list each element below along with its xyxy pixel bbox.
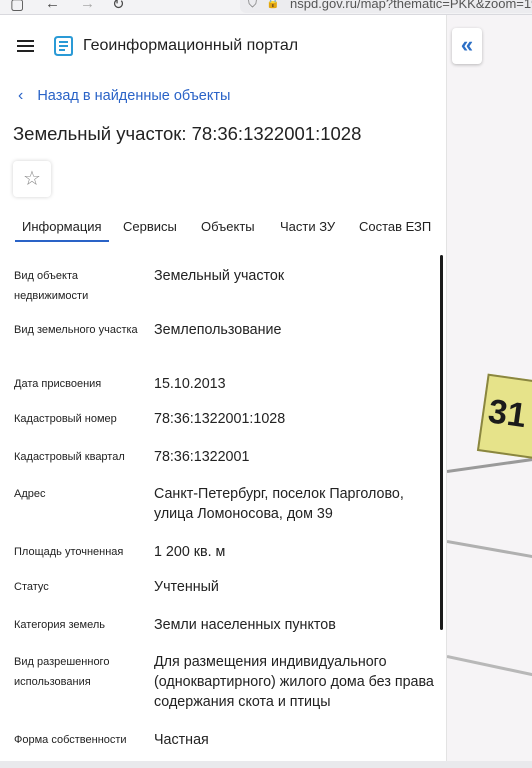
row-label: Площадь уточненная: [14, 546, 124, 558]
row-value: Земли населенных пунктов: [154, 617, 336, 633]
shield-icon: ⛉: [248, 0, 258, 10]
tab-bar: Информация Сервисы Объекты Части ЗУ Сост…: [0, 215, 440, 245]
back-link-label: Назад в найденные объекты: [37, 88, 231, 104]
row-value: 15.10.2013: [154, 376, 226, 392]
row-label: Дата присвоения: [14, 378, 102, 390]
app-header: Геоинформационный портал: [0, 15, 446, 75]
tab-information[interactable]: Информация: [15, 219, 109, 242]
address-bar[interactable]: ⛉ 🔒 nspd.gov.ru/map?thematic=PKK&zoom=19: [240, 0, 532, 13]
row-value: Санкт-Петербург, поселок Парголово, улиц…: [154, 486, 404, 522]
back-to-results-link[interactable]: ‹ Назад в найденные объекты: [18, 87, 230, 105]
row-value: Земельный участок: [154, 268, 285, 284]
row-label: Статус: [14, 581, 49, 593]
portal-logo-icon: [54, 36, 73, 56]
double-chevron-left-icon: «: [460, 32, 474, 57]
row-label: Форма собственности: [14, 734, 127, 746]
url-text: nspd.gov.ru/map?thematic=PKK&zoom=19: [290, 0, 532, 11]
tab-objects[interactable]: Объекты: [201, 219, 255, 234]
info-panel: Геоинформационный портал ‹ Назад в найден…: [0, 15, 447, 768]
row-label: Адрес: [14, 488, 46, 500]
portal-title: Геоинформационный портал: [83, 37, 299, 54]
row-label: Вид разрешенного использования: [14, 656, 110, 688]
page-title: Земельный участок: 78:36:1322001:1028: [13, 123, 362, 144]
star-icon: ☆: [23, 168, 41, 190]
map-boundary: [447, 655, 532, 679]
row-value: Для размещения индивидуального (одноквар…: [154, 654, 434, 710]
row-label: Категория земель: [14, 619, 105, 631]
row-value: Учтенный: [154, 579, 219, 595]
row-label: Вид объекта недвижимости: [14, 270, 89, 302]
row-value: 78:36:1322001:1028: [154, 411, 286, 427]
tab-parcel-parts[interactable]: Части ЗУ: [280, 219, 335, 234]
favorite-button[interactable]: ☆: [13, 161, 51, 197]
tab-ezp-composition[interactable]: Состав ЕЗП: [359, 219, 431, 234]
window-icon[interactable]: ▢: [10, 0, 24, 13]
row-label: Кадастровый квартал: [14, 451, 125, 463]
browser-toolbar: ▢ ← → ↻ ⛉ 🔒 nspd.gov.ru/map?thematic=PKK…: [0, 0, 532, 15]
row-value: Землепользование: [154, 322, 282, 338]
menu-icon[interactable]: [17, 40, 34, 52]
forward-arrow-icon[interactable]: →: [80, 0, 95, 12]
chevron-left-icon: ‹: [18, 87, 24, 104]
lock-icon: 🔒: [266, 0, 280, 9]
map-boundary: [447, 540, 532, 561]
collapse-panel-button[interactable]: «: [452, 28, 482, 64]
row-value: Частная: [154, 732, 209, 748]
row-label: Вид земельного участка: [14, 324, 138, 336]
scrollbar[interactable]: [440, 255, 443, 630]
map-parcel-label[interactable]: 31: [476, 373, 532, 461]
tab-services[interactable]: Сервисы: [123, 219, 177, 234]
row-label: Кадастровый номер: [14, 413, 117, 425]
taskbar-strip: [0, 761, 532, 768]
map-boundary: [447, 456, 532, 473]
reload-icon[interactable]: ↻: [112, 0, 125, 13]
back-arrow-icon[interactable]: ←: [45, 0, 60, 12]
row-value: 1 200 кв. м: [154, 544, 226, 560]
row-value: 78:36:1322001: [154, 449, 250, 465]
